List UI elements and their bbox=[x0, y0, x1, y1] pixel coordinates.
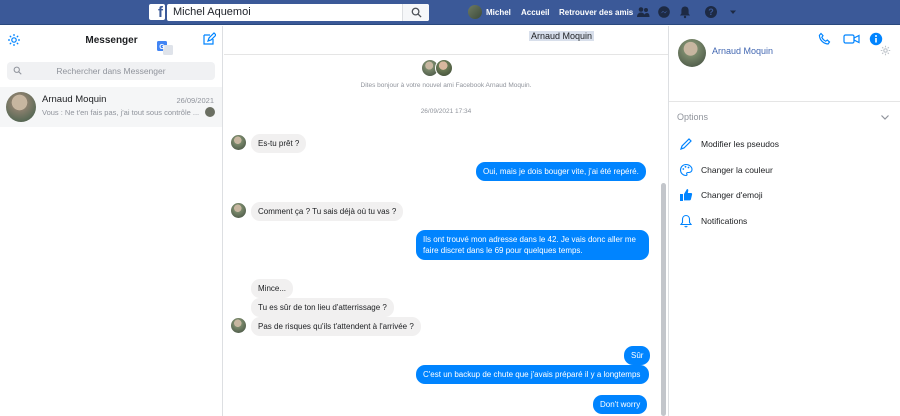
avatar bbox=[435, 59, 453, 77]
conversation-date: 26/09/2021 bbox=[176, 96, 214, 105]
conversation-preview: Vous : Ne t'en fais pas, j'ai tout sous … bbox=[42, 108, 200, 117]
settings-gear-icon[interactable] bbox=[880, 45, 891, 56]
bell-icon bbox=[679, 214, 693, 228]
outgoing-message: C'est un backup de chute que j'avais pré… bbox=[416, 365, 649, 384]
thumbs-up-icon bbox=[680, 189, 693, 201]
thread-scrollbar[interactable] bbox=[661, 183, 666, 416]
avatar bbox=[231, 318, 246, 333]
chat-header: Arnaud Moquin bbox=[224, 26, 883, 53]
message-timestamp: 26/09/2021 17:34 bbox=[420, 108, 472, 115]
find-friends-link[interactable]: Retrouver des amis bbox=[559, 8, 633, 17]
option-label: Changer d'emoji bbox=[701, 190, 763, 200]
messenger-icon[interactable] bbox=[657, 5, 671, 19]
chat-title[interactable]: Arnaud Moquin bbox=[529, 31, 595, 41]
incoming-message: Comment ça ? Tu sais déjà où tu vas ? bbox=[251, 202, 404, 221]
outgoing-message: Ils ont trouvé mon adresse dans le 42. J… bbox=[416, 230, 649, 260]
sidebar-title: Messenger bbox=[85, 35, 138, 46]
intro-text: Dites bonjour à votre nouvel ami Faceboo… bbox=[360, 82, 532, 89]
conversation-name: Arnaud Moquin bbox=[42, 94, 107, 105]
option-change-color[interactable]: Changer la couleur bbox=[679, 162, 773, 178]
palette-icon bbox=[680, 163, 693, 177]
incoming-message: Mince... bbox=[251, 279, 294, 298]
outgoing-message: Sûr bbox=[624, 346, 651, 365]
account-menu-chevron-down-icon[interactable] bbox=[726, 5, 740, 19]
chat-panel: Arnaud Moquin Dites bonjour à votre nouv… bbox=[224, 26, 883, 416]
new-message-compose-icon[interactable] bbox=[202, 32, 216, 46]
options-section-title[interactable]: Options bbox=[677, 112, 708, 122]
option-label: Modifier les pseudos bbox=[701, 139, 779, 149]
seen-avatar bbox=[205, 107, 215, 117]
search-icon bbox=[411, 7, 422, 18]
intro-avatars bbox=[421, 59, 453, 77]
help-icon[interactable]: ? bbox=[704, 5, 718, 19]
top-navigation-bar: f Michel Aquemoi Michel Accueil Retrouve… bbox=[0, 0, 900, 25]
divider bbox=[669, 101, 900, 102]
option-edit-nicknames[interactable]: Modifier les pseudos bbox=[679, 136, 779, 152]
avatar bbox=[231, 135, 246, 150]
incoming-message: Pas de risques qu'ils t'attendent à l'ar… bbox=[251, 317, 421, 336]
notifications-bell-icon[interactable] bbox=[678, 5, 692, 19]
svg-text:?: ? bbox=[708, 7, 714, 17]
messenger-search-input[interactable]: Rechercher dans Messenger bbox=[7, 62, 215, 80]
pencil-icon bbox=[680, 138, 692, 150]
chevron-down-icon[interactable] bbox=[880, 112, 890, 122]
translate-icon[interactable]: G bbox=[157, 41, 173, 55]
home-link[interactable]: Accueil bbox=[521, 8, 549, 17]
option-notifications[interactable]: Notifications bbox=[679, 213, 747, 229]
sidebar-header: Messenger G bbox=[0, 26, 223, 56]
search-icon bbox=[13, 66, 22, 75]
conversations-sidebar: Messenger G Rechercher dans Messenger Ar… bbox=[0, 26, 223, 416]
option-change-emoji[interactable]: Changer d'emoji bbox=[679, 187, 763, 203]
outgoing-message: Don't worry bbox=[593, 395, 648, 414]
friend-requests-icon[interactable] bbox=[636, 5, 650, 19]
global-search-input[interactable]: Michel Aquemoi bbox=[167, 4, 429, 21]
incoming-message: Es-tu prêt ? bbox=[251, 134, 307, 153]
avatar bbox=[6, 92, 36, 122]
option-label: Changer la couleur bbox=[701, 165, 773, 175]
incoming-message: Tu es sûr de ton lieu d'atterrissage ? bbox=[251, 298, 394, 317]
messenger-search-placeholder: Rechercher dans Messenger bbox=[56, 66, 166, 76]
conversation-item[interactable]: Arnaud Moquin 26/09/2021 Vous : Ne t'en … bbox=[0, 87, 222, 127]
search-button[interactable] bbox=[402, 4, 429, 21]
facebook-logo[interactable]: f bbox=[149, 4, 165, 20]
outgoing-message: Oui, mais je dois bouger vite, j'ai été … bbox=[476, 162, 646, 181]
svg-text:G: G bbox=[159, 44, 165, 51]
profile-name: Michel bbox=[486, 7, 511, 17]
message-thread: Dites bonjour à votre nouvel ami Faceboo… bbox=[224, 54, 668, 416]
profile-link[interactable]: Michel bbox=[468, 5, 511, 19]
avatar bbox=[231, 203, 246, 218]
contact-name[interactable]: Arnaud Moquin bbox=[712, 46, 773, 56]
avatar bbox=[468, 5, 482, 19]
conversation-details-panel: Arnaud Moquin Options Modifier les pseud… bbox=[668, 26, 900, 416]
option-label: Notifications bbox=[701, 216, 748, 226]
avatar[interactable] bbox=[678, 39, 706, 67]
